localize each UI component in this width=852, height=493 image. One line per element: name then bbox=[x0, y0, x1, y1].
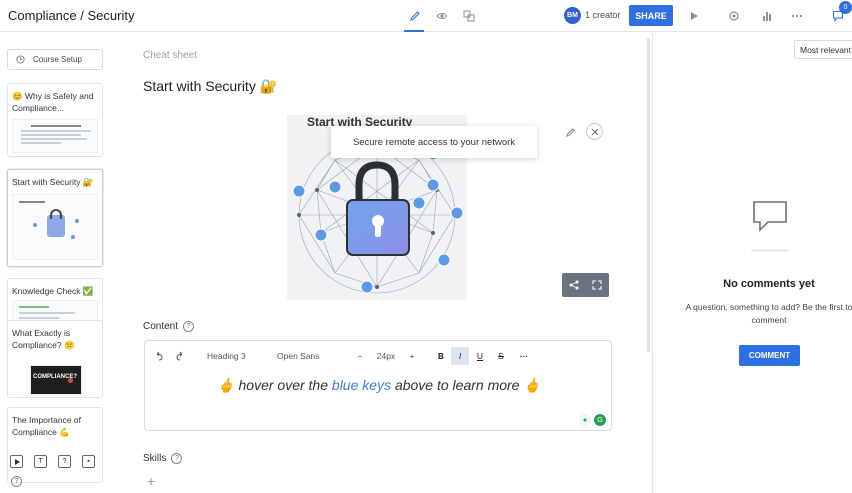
italic-button[interactable]: I bbox=[451, 347, 469, 365]
slide-title: The Importance of Compliance 💪 bbox=[12, 415, 81, 437]
media-icon: ▪ bbox=[87, 458, 90, 465]
undo-button[interactable] bbox=[149, 347, 169, 365]
page-title: Compliance / Security bbox=[8, 8, 135, 23]
quiz-slide-button[interactable]: ? bbox=[58, 455, 71, 468]
help-icon[interactable]: ? bbox=[171, 453, 183, 464]
gear-icon bbox=[729, 11, 739, 21]
creator-count[interactable]: 1 creator bbox=[585, 10, 621, 20]
add-comment-button[interactable]: COMMENT bbox=[739, 345, 800, 366]
text-segment: above to learn more 🖕 bbox=[391, 377, 541, 393]
editor-toolbar: Heading 3 Open Sans − 24px + B I U S ··· bbox=[149, 345, 609, 367]
content-editor[interactable]: Heading 3 Open Sans − 24px + B I U S ···… bbox=[144, 340, 612, 431]
ellipsis-icon bbox=[791, 14, 803, 18]
slide-card-active[interactable]: Start with Security 🔐 bbox=[7, 169, 103, 267]
settings-button[interactable] bbox=[724, 6, 744, 26]
comments-panel: Most relevant No comments yet A question… bbox=[652, 33, 852, 493]
content-section-label: Content ? bbox=[143, 321, 195, 332]
decrease-size-button[interactable]: − bbox=[353, 347, 367, 365]
empty-state-subtitle: A question, something to add? Be the fir… bbox=[685, 302, 852, 325]
content-label-text: Content bbox=[143, 321, 179, 332]
course-setup-button[interactable]: Course Setup bbox=[7, 49, 103, 70]
course-setup-label: Course Setup bbox=[33, 55, 82, 64]
font-size-value[interactable]: 24px bbox=[367, 347, 405, 365]
close-icon bbox=[591, 128, 598, 135]
help-icon[interactable]: ? bbox=[183, 321, 195, 332]
share-icon[interactable] bbox=[569, 280, 579, 290]
skills-label-text: Skills bbox=[143, 453, 167, 464]
text-segment: 🖕 hover over the bbox=[217, 377, 332, 393]
expand-icon[interactable] bbox=[592, 280, 602, 290]
help-button[interactable]: ? bbox=[11, 476, 22, 487]
skills-section-label: Skills ? bbox=[143, 453, 183, 464]
top-bar: Compliance / Security BM 1 creator SHARE… bbox=[0, 0, 852, 32]
slide-heading[interactable]: Start with Security 🔐 bbox=[143, 78, 277, 95]
empty-state-title: No comments yet bbox=[723, 278, 815, 290]
play-icon bbox=[14, 458, 20, 465]
text-icon: T bbox=[38, 458, 43, 465]
question-icon: ? bbox=[62, 458, 67, 465]
grammar-indicators: ● G bbox=[579, 414, 606, 426]
font-family-select[interactable]: Open Sans bbox=[269, 347, 353, 365]
slide-title: Knowledge Check ✅ bbox=[12, 286, 94, 296]
share-button[interactable]: SHARE bbox=[629, 5, 673, 26]
media-slide-button[interactable]: ▪ bbox=[82, 455, 95, 468]
bar-chart-icon bbox=[763, 12, 771, 21]
active-tab-indicator bbox=[404, 30, 424, 32]
text-style-select[interactable]: Heading 3 bbox=[191, 347, 269, 365]
clock-icon bbox=[16, 55, 25, 64]
edit-image-button[interactable] bbox=[563, 125, 577, 139]
font-family-value: Open Sans bbox=[277, 351, 320, 361]
slide-card[interactable]: The Importance of Compliance 💪 bbox=[7, 407, 103, 483]
translate-icon bbox=[463, 10, 475, 22]
eye-icon bbox=[436, 13, 448, 19]
slide-thumbnail: COMPLIANCE? bbox=[30, 365, 82, 395]
slide-title: Start with Security 🔐 bbox=[12, 177, 94, 187]
pencil-icon bbox=[410, 11, 420, 21]
slide-card[interactable]: What Exactly is Compliance? 😕 COMPLIANCE… bbox=[7, 320, 103, 398]
slide-title: What Exactly is Compliance? 😕 bbox=[12, 328, 75, 350]
hotspot-tooltip: Secure remote access to your network bbox=[331, 126, 537, 158]
slide-card[interactable]: 😊 Why is Safety and Compliance... bbox=[7, 83, 103, 157]
preview-mode-tab[interactable] bbox=[430, 4, 454, 28]
play-button[interactable] bbox=[684, 6, 704, 26]
increase-size-button[interactable]: + bbox=[405, 347, 419, 365]
grammarly-icon[interactable]: G bbox=[594, 414, 606, 426]
shadow-decoration bbox=[751, 249, 789, 252]
analytics-button[interactable] bbox=[757, 6, 777, 26]
video-slide-button[interactable] bbox=[10, 455, 23, 468]
close-button[interactable] bbox=[586, 123, 603, 140]
main-scrollbar[interactable] bbox=[647, 38, 650, 352]
avatar[interactable]: BM bbox=[564, 7, 581, 24]
comment-icon bbox=[752, 200, 788, 237]
editor-main: Cheat sheet Start with Security 🔐 Start … bbox=[110, 33, 650, 493]
editor-content-text[interactable]: 🖕 hover over the blue keys above to lear… bbox=[145, 377, 613, 394]
strikethrough-button[interactable]: S bbox=[491, 347, 511, 365]
bold-button[interactable]: B bbox=[431, 347, 451, 365]
text-link-keys: blue keys bbox=[331, 377, 392, 393]
add-skill-button[interactable]: + bbox=[147, 473, 155, 489]
text-slide-button[interactable]: T bbox=[34, 455, 47, 468]
pencil-icon bbox=[565, 127, 575, 137]
image-action-bar bbox=[562, 273, 609, 297]
underline-button[interactable]: U bbox=[469, 347, 491, 365]
translate-mode-tab[interactable] bbox=[457, 4, 481, 28]
redo-button[interactable] bbox=[169, 347, 191, 365]
notification-badge: 0 bbox=[839, 1, 852, 14]
slide-thumbnail bbox=[12, 194, 98, 260]
undo-icon bbox=[156, 351, 163, 361]
edit-mode-tab[interactable] bbox=[403, 4, 427, 28]
play-icon bbox=[691, 12, 698, 20]
redo-icon bbox=[176, 351, 183, 361]
lightbulb-icon[interactable]: ● bbox=[579, 414, 591, 426]
slide-thumbnail bbox=[12, 119, 98, 153]
slide-type-toolbar: T ? ▪ bbox=[10, 455, 95, 469]
text-style-value: Heading 3 bbox=[207, 351, 246, 361]
more-options-button[interactable] bbox=[787, 6, 807, 26]
slides-sidebar: Course Setup 😊 Why is Safety and Complia… bbox=[0, 33, 110, 493]
more-format-button[interactable]: ··· bbox=[511, 347, 537, 365]
question-icon: ? bbox=[14, 478, 19, 485]
comment-sort-select[interactable]: Most relevant bbox=[794, 40, 852, 59]
slide-type-label: Cheat sheet bbox=[143, 50, 197, 61]
slide-title: 😊 Why is Safety and Compliance... bbox=[12, 91, 94, 113]
